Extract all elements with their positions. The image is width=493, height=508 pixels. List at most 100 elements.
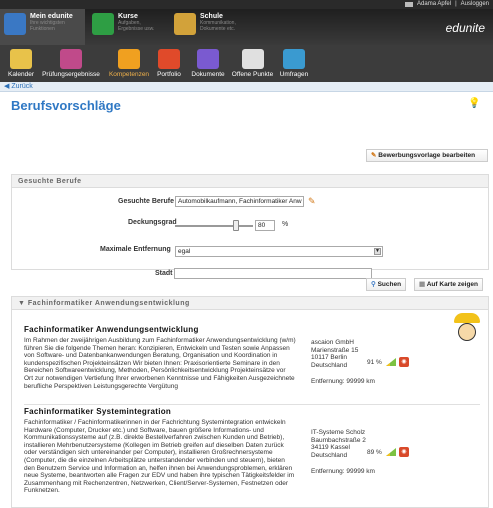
nav-item-umfragen[interactable]: Umfragen — [276, 49, 312, 78]
search-panel-heading: Gesuchte Berufe — [12, 175, 488, 188]
edit-template-button[interactable]: ✎ Bewerbungsvorlage bearbeiten — [366, 149, 488, 162]
company-city: 34119 Kassel — [311, 444, 350, 452]
logout-link[interactable]: Ausloggen — [461, 1, 489, 7]
brand-subtitle: Ihre wichtigsten Funktionen — [30, 20, 65, 32]
company-name: IT-Systeme Scholz — [311, 429, 366, 436]
results-heading[interactable]: ▼ Fachinformatiker Anwendungsentwicklung — [12, 297, 488, 310]
arrow-left-icon: ◀ — [4, 83, 10, 90]
survey-icon — [283, 49, 305, 69]
module-schule[interactable]: Schule Kommunikation, Dokumente etc. — [174, 13, 252, 41]
company-name: ascaion GmbH — [311, 339, 354, 346]
user-name[interactable]: Adama Apfel — [417, 1, 451, 7]
top-bar: Adama Apfel | Ausloggen — [0, 0, 493, 9]
lightbulb-icon[interactable]: 💡 — [468, 98, 480, 109]
search-button-label: Suchen — [377, 281, 402, 288]
coverage-slider[interactable] — [175, 225, 253, 227]
module-kurse[interactable]: Kurse Aufgaben, Ergebnisse usw. — [92, 13, 164, 41]
distance-label: Maximale Entfernung — [100, 246, 171, 253]
mail-icon[interactable] — [405, 1, 414, 7]
nav-label: Portfolio — [157, 71, 181, 78]
nav-label: Dokumente — [191, 71, 225, 78]
divider — [24, 404, 480, 405]
map-pin-icon[interactable]: ◉ — [399, 447, 409, 457]
brand-title: Mein edunite — [30, 13, 73, 20]
map-pin-icon[interactable]: ◉ — [399, 357, 409, 367]
jobs-input[interactable]: Automobilkaufmann, Fachinformatiker Anw — [175, 196, 304, 207]
school-icon — [174, 13, 196, 35]
competences-icon — [118, 49, 140, 69]
job-distance: Entfernung: 99999 km — [311, 378, 375, 385]
search-panel: Gesuchte Berufe Gesuchte Berufe Automobi… — [11, 174, 489, 270]
module-subtitle: Kommunikation, Dokumente etc. — [200, 20, 236, 32]
portfolio-icon — [158, 49, 180, 69]
distance-select[interactable]: egal ▼ — [175, 246, 383, 257]
brand-module[interactable]: Mein edunite Ihre wichtigsten Funktionen — [0, 9, 85, 45]
nav-label: Umfragen — [279, 71, 309, 78]
job-result[interactable]: Fachinformatiker Systemintegration Fachi… — [24, 407, 480, 494]
user-area: Adama Apfel | Ausloggen — [405, 1, 489, 7]
nav-item-offene-punkte[interactable]: Offene Punkte — [229, 49, 276, 78]
job-company: IT-Systeme Scholz Baumbachstraße 2 34119… — [311, 429, 366, 459]
edunite-home-icon — [4, 13, 26, 35]
chevron-down-icon: ▼ — [18, 300, 26, 307]
module-title: Schule — [200, 13, 223, 20]
results-heading-label: Fachinformatiker Anwendungsentwicklung — [27, 300, 190, 307]
nav-item-kalender[interactable]: Kalender — [6, 49, 36, 78]
nav-item-pruefungsergebnisse[interactable]: Prüfungsergebnisse — [36, 49, 106, 78]
documents-icon — [197, 49, 219, 69]
job-title[interactable]: Fachinformatiker Systemintegration — [24, 407, 480, 416]
coverage-unit: % — [282, 221, 289, 228]
city-input[interactable] — [174, 268, 372, 279]
show-map-label: Auf Karte zeigen — [426, 281, 479, 288]
company-country: Deutschland — [311, 451, 348, 459]
pencil-icon: ✎ — [371, 152, 377, 159]
company-street: Baumbachstraße 2 — [311, 436, 366, 444]
nav-label: Prüfungsergebnisse — [42, 71, 100, 78]
company-city: 10117 Berlin — [311, 354, 348, 362]
back-link[interactable]: ◀ Zurück — [0, 82, 493, 92]
back-label: Zurück — [11, 83, 33, 90]
nav-label: Kompetenzen — [108, 71, 150, 78]
match-bars-icon — [386, 448, 396, 456]
distance-value: egal — [178, 248, 191, 255]
module-nav: Kalender Prüfungsergebnisse Kompetenzen … — [0, 45, 493, 82]
search-icon: ⚲ — [371, 281, 376, 288]
city-label: Stadt — [155, 270, 173, 277]
nav-item-portfolio[interactable]: Portfolio — [152, 49, 186, 78]
nav-label: Kalender — [7, 71, 35, 78]
nav-item-kompetenzen[interactable]: Kompetenzen — [106, 49, 152, 78]
chevron-down-icon: ▼ — [374, 248, 381, 255]
show-map-button[interactable]: ▦ Auf Karte zeigen — [414, 278, 484, 291]
edit-template-label: Bewerbungsvorlage bearbeiten — [378, 152, 476, 159]
module-title: Kurse — [118, 13, 138, 20]
header: Mein edunite Ihre wichtigsten Funktionen… — [0, 9, 493, 45]
separator: | — [455, 1, 457, 7]
company-street: Marienstraße 15 — [311, 346, 359, 354]
open-items-icon — [241, 49, 264, 69]
results-panel: ▼ Fachinformatiker Anwendungsentwicklung… — [11, 296, 489, 508]
coverage-label: Deckungsgrad — [128, 219, 177, 226]
calendar-icon — [10, 49, 32, 69]
search-button[interactable]: ⚲ Suchen — [366, 278, 407, 291]
page-title: Berufsvorschläge — [11, 98, 121, 113]
edunite-logo: edunite — [445, 21, 485, 35]
results-icon — [60, 49, 82, 69]
job-distance: Entfernung: 99999 km — [311, 468, 375, 475]
coverage-input[interactable]: 80 — [255, 220, 275, 231]
nav-item-dokumente[interactable]: Dokumente — [188, 49, 228, 78]
pencil-icon[interactable]: ✎ — [308, 196, 316, 207]
company-country: Deutschland — [311, 361, 348, 369]
coverage-slider-handle[interactable] — [233, 220, 239, 231]
job-description: Fachinformatiker / Fachinformatikerinnen… — [24, 419, 295, 495]
job-match: 91 % — [367, 359, 382, 366]
map-icon: ▦ — [419, 281, 426, 288]
job-description: Im Rahmen der zweijährigen Ausbildung zu… — [24, 337, 296, 390]
nav-label: Offene Punkte — [231, 71, 274, 78]
job-match: 89 % — [367, 449, 382, 456]
jobs-label: Gesuchte Berufe — [118, 198, 175, 205]
job-title[interactable]: Fachinformatiker Anwendungsentwicklung — [24, 325, 480, 334]
job-result[interactable]: Fachinformatiker Anwendungsentwicklung I… — [24, 325, 480, 390]
courses-icon — [92, 13, 114, 35]
module-subtitle: Aufgaben, Ergebnisse usw. — [118, 20, 155, 32]
match-bars-icon — [386, 358, 396, 366]
